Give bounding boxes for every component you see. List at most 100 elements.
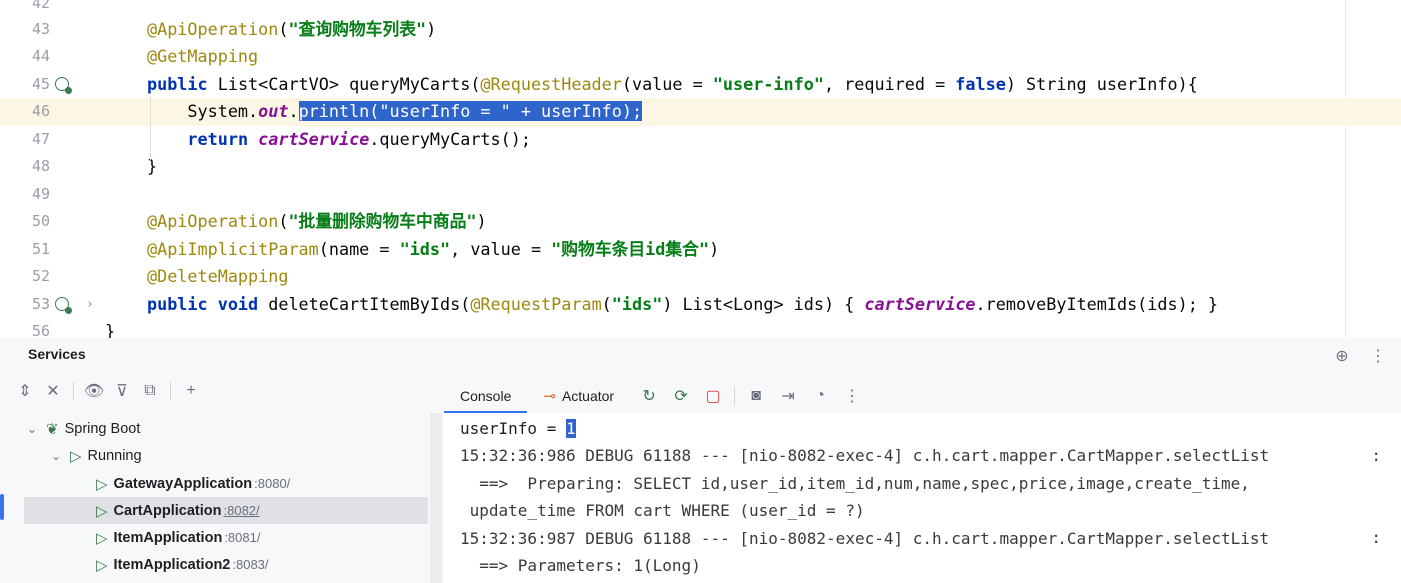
code-line[interactable]: 49 (0, 181, 1401, 209)
line-number[interactable]: 50 (0, 208, 50, 236)
code-text[interactable]: } (105, 318, 115, 338)
toolbar-separator (734, 387, 736, 405)
more-options-icon[interactable]: ⋮ (1367, 345, 1389, 367)
play-icon: ▷ (96, 502, 108, 520)
tree-item-item[interactable]: ▷ ItemApplication :8081/ (96, 524, 428, 551)
line-number[interactable]: 53 (0, 291, 50, 319)
code-text[interactable]: public List<CartVO> queryMyCarts(@Reques… (147, 71, 1198, 99)
console-colon: : (1371, 446, 1381, 465)
add-service-icon[interactable]: + (180, 380, 202, 402)
code-line[interactable]: 43 @ApiOperation("查询购物车列表") (0, 16, 1401, 44)
line-number[interactable]: 45 (0, 71, 50, 99)
chevron-down-icon[interactable]: ⌄ (48, 449, 64, 463)
code-text[interactable]: @ApiImplicitParam(name = "ids", value = … (147, 236, 719, 264)
app-port[interactable]: :8081/ (224, 530, 260, 545)
code-line[interactable]: 46 System.out.println("userInfo = " + us… (0, 98, 1401, 126)
tab-console[interactable]: Console (444, 380, 528, 413)
app-port[interactable]: :8080/ (254, 476, 290, 491)
selection-indicator (0, 494, 4, 520)
code-line[interactable]: 44 @GetMapping (0, 43, 1401, 71)
line-number[interactable]: 46 (0, 98, 50, 126)
rerun-icon[interactable]: ↻ (638, 385, 660, 407)
code-text[interactable]: return cartService.queryMyCarts(); (147, 126, 531, 154)
code-editor[interactable]: 42 43 @ApiOperation("查询购物车列表") 44 @GetMappin… (0, 0, 1401, 338)
export-icon[interactable]: ⇥ (777, 385, 799, 407)
endpoint-gutter-icon[interactable] (55, 297, 72, 314)
chevron-down-icon[interactable]: ⌄ (24, 422, 40, 436)
console-actions: ↻ ⟳ ▢ ◙ ⇥ ◔ ⋮ (638, 385, 863, 407)
play-icon: ▷ (96, 556, 108, 574)
line-number[interactable]: 44 (0, 43, 50, 71)
spring-boot-icon: ❦ (46, 420, 59, 438)
tab-console-label: Console (460, 388, 512, 404)
tree-item-gateway[interactable]: ▷ GatewayApplication :8080/ (96, 470, 428, 497)
play-icon: ▷ (96, 529, 108, 547)
code-line[interactable]: 48} (0, 153, 1401, 181)
console-line: ==> Preparing: SELECT id,user_id,item_id… (460, 474, 1250, 493)
line-number[interactable]: 43 (0, 16, 50, 44)
app-name: CartApplication (113, 502, 222, 519)
tab-actuator[interactable]: ⊸ Actuator (527, 380, 630, 412)
line-number[interactable]: 56 (0, 318, 50, 338)
crosshair-icon[interactable]: ⊕ (1331, 345, 1353, 367)
code-text[interactable]: System.out.println("userInfo = " + userI… (147, 98, 643, 126)
line-number[interactable]: 48 (0, 153, 50, 181)
code-text[interactable]: public void deleteCartItemByIds(@Request… (147, 291, 1218, 319)
line-number[interactable]: 49 (0, 181, 50, 209)
services-toolbar: ⇕ ✕ 👁 ⊽ ⧉ + (14, 380, 202, 402)
line-number[interactable]: 47 (0, 126, 50, 154)
tree-item-label: Spring Boot (64, 420, 141, 437)
services-tree[interactable]: ⌄ ❦ Spring Boot ⌄ ▷ Running ▷ GatewayApp… (0, 413, 440, 583)
tree-item-cart[interactable]: ▷ CartApplication :8082/ (24, 497, 428, 524)
services-title: Services (28, 346, 86, 362)
code-text[interactable]: @ApiOperation("查询购物车列表") (147, 16, 436, 44)
code-line[interactable]: 50 @ApiOperation("批量删除购物车中商品") (0, 208, 1401, 236)
console-line: 15:32:36:987 DEBUG 61188 --- [nio-8082-e… (460, 529, 1270, 548)
console-output[interactable]: userInfo = 1 15:32:36:986 DEBUG 61188 ---… (444, 413, 1401, 583)
tree-item-label: Running (87, 447, 142, 464)
console-line: 15:32:36:986 DEBUG 61188 --- [nio-8082-e… (460, 446, 1270, 465)
line-number[interactable]: 42 (0, 0, 50, 18)
code-text[interactable]: @DeleteMapping (147, 263, 288, 291)
code-line[interactable]: 51 @ApiImplicitParam(name = "ids", value … (0, 236, 1401, 264)
code-text[interactable]: } (147, 153, 157, 181)
endpoint-gutter-icon[interactable] (55, 77, 72, 94)
code-line[interactable]: 53 › public void deleteCartItemByIds(@Requ… (0, 291, 1401, 319)
indent-guide (150, 96, 151, 160)
toolbar-separator (73, 382, 74, 400)
play-icon: ▷ (70, 447, 82, 465)
app-port[interactable]: :8082/ (224, 503, 260, 518)
expand-all-icon[interactable]: ⇕ (14, 380, 36, 402)
eye-icon[interactable]: 👁 (83, 380, 105, 402)
collapse-all-icon[interactable]: ✕ (42, 380, 64, 402)
tree-item-spring-boot[interactable]: ⌄ ❦ Spring Boot (24, 415, 428, 442)
code-line[interactable]: 42 (0, 0, 1401, 18)
play-icon: ▷ (96, 475, 108, 493)
actuator-icon: ⊸ (543, 388, 556, 405)
console-line: update_time FROM cart WHERE (user_id = ?… (460, 501, 865, 520)
code-text[interactable]: @ApiOperation("批量删除购物车中商品") (147, 208, 487, 236)
services-header-icons: ⊕ ⋮ (1331, 345, 1389, 367)
tree-item-item2[interactable]: ▷ ItemApplication2 :8083/ (96, 551, 428, 578)
console-colon: : (1371, 528, 1381, 547)
panel-splitter[interactable] (430, 413, 442, 583)
code-line[interactable]: 52 @DeleteMapping (0, 263, 1401, 291)
fold-chevron-icon[interactable]: › (86, 291, 94, 319)
line-number[interactable]: 51 (0, 236, 50, 264)
profiler-icon[interactable]: ◔ (809, 385, 831, 407)
code-text[interactable]: @GetMapping (147, 43, 258, 71)
code-line[interactable]: 56} (0, 318, 1401, 338)
debug-rerun-icon[interactable]: ⟳ (670, 385, 692, 407)
line-number[interactable]: 52 (0, 263, 50, 291)
camera-icon[interactable]: ◙ (745, 385, 767, 407)
app-port[interactable]: :8083/ (232, 557, 268, 572)
new-group-icon[interactable]: ⧉ (139, 380, 161, 402)
toolbar-separator (170, 382, 171, 400)
services-panel: Services ⊕ ⋮ ⇕ ✕ 👁 ⊽ ⧉ + Console ⊸ Actuat… (0, 338, 1401, 583)
stop-icon[interactable]: ▢ (702, 385, 724, 407)
code-line[interactable]: 45 public List<CartVO> queryMyCarts(@Requ… (0, 71, 1401, 99)
filter-icon[interactable]: ⊽ (111, 380, 133, 402)
code-line[interactable]: 47 return cartService.queryMyCarts(); (0, 126, 1401, 154)
more-actions-icon[interactable]: ⋮ (841, 385, 863, 407)
tree-item-running[interactable]: ⌄ ▷ Running (48, 442, 428, 469)
